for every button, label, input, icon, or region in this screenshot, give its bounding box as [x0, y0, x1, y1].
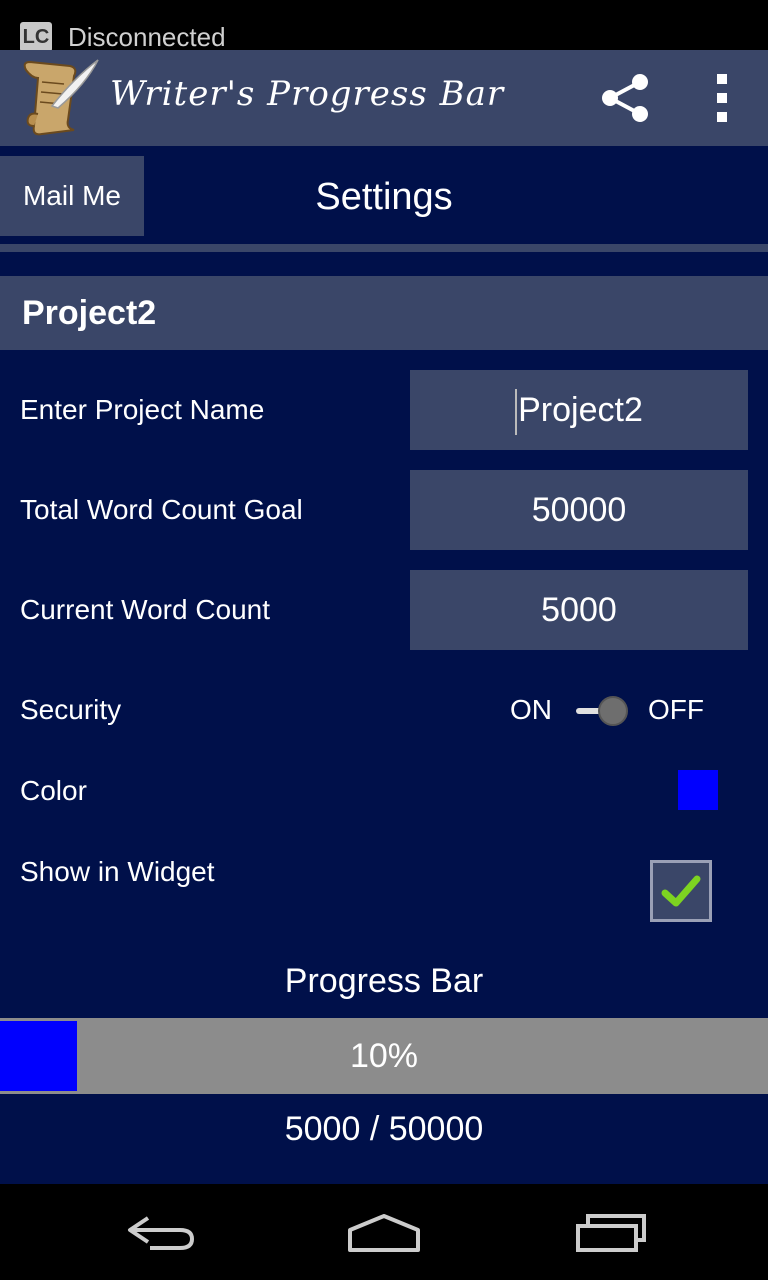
security-off-label: OFF — [648, 694, 704, 725]
progress-bar-title: Progress Bar — [284, 962, 484, 1000]
checkmark-icon — [661, 875, 701, 907]
progress-percent: 10% — [349, 1037, 419, 1075]
color-label: Color — [20, 775, 87, 806]
color-swatch[interactable] — [678, 770, 718, 810]
project-name-input[interactable]: Project2 — [410, 370, 748, 450]
app-title: Writer's Progress Bar — [110, 74, 505, 114]
show-in-widget-checkbox[interactable] — [650, 860, 712, 922]
progress-count: 5000 / 50000 — [284, 1110, 484, 1148]
action-bar: Writer's Progress Bar — [0, 50, 768, 146]
security-on-label: ON — [510, 694, 552, 725]
progress-bar: 10% — [0, 1018, 768, 1094]
settings-content: Settings Mail Me Project2 Enter Project … — [0, 146, 768, 1184]
divider — [0, 244, 768, 252]
notification-app-icon: LC — [20, 22, 52, 52]
project-header-title: Project2 — [22, 294, 157, 332]
security-toggle-knob[interactable] — [598, 696, 628, 726]
status-bar: LC Disconnected — [0, 0, 768, 52]
word-goal-label: Total Word Count Goal — [20, 494, 303, 525]
notification-text: Disconnected — [68, 22, 226, 52]
navigation-bar — [0, 1184, 768, 1280]
home-icon[interactable] — [344, 1206, 424, 1258]
current-word-count-input[interactable]: 5000 — [410, 570, 748, 650]
show-in-widget-label: Show in Widget — [20, 856, 215, 887]
project-name-value: Project2 — [518, 391, 643, 429]
word-goal-input[interactable]: 50000 — [410, 470, 748, 550]
share-icon[interactable] — [596, 70, 656, 126]
project-name-label: Enter Project Name — [20, 394, 265, 425]
text-cursor — [515, 389, 518, 436]
mail-me-button[interactable]: Mail Me — [0, 156, 144, 236]
overflow-menu-icon[interactable] — [700, 70, 744, 126]
project-header: Project2 — [0, 276, 768, 350]
scroll-quill-logo-icon — [23, 59, 99, 136]
current-word-count-label: Current Word Count — [20, 594, 271, 625]
recents-icon[interactable] — [572, 1206, 652, 1258]
security-label: Security — [20, 694, 122, 725]
back-icon[interactable] — [120, 1206, 200, 1258]
